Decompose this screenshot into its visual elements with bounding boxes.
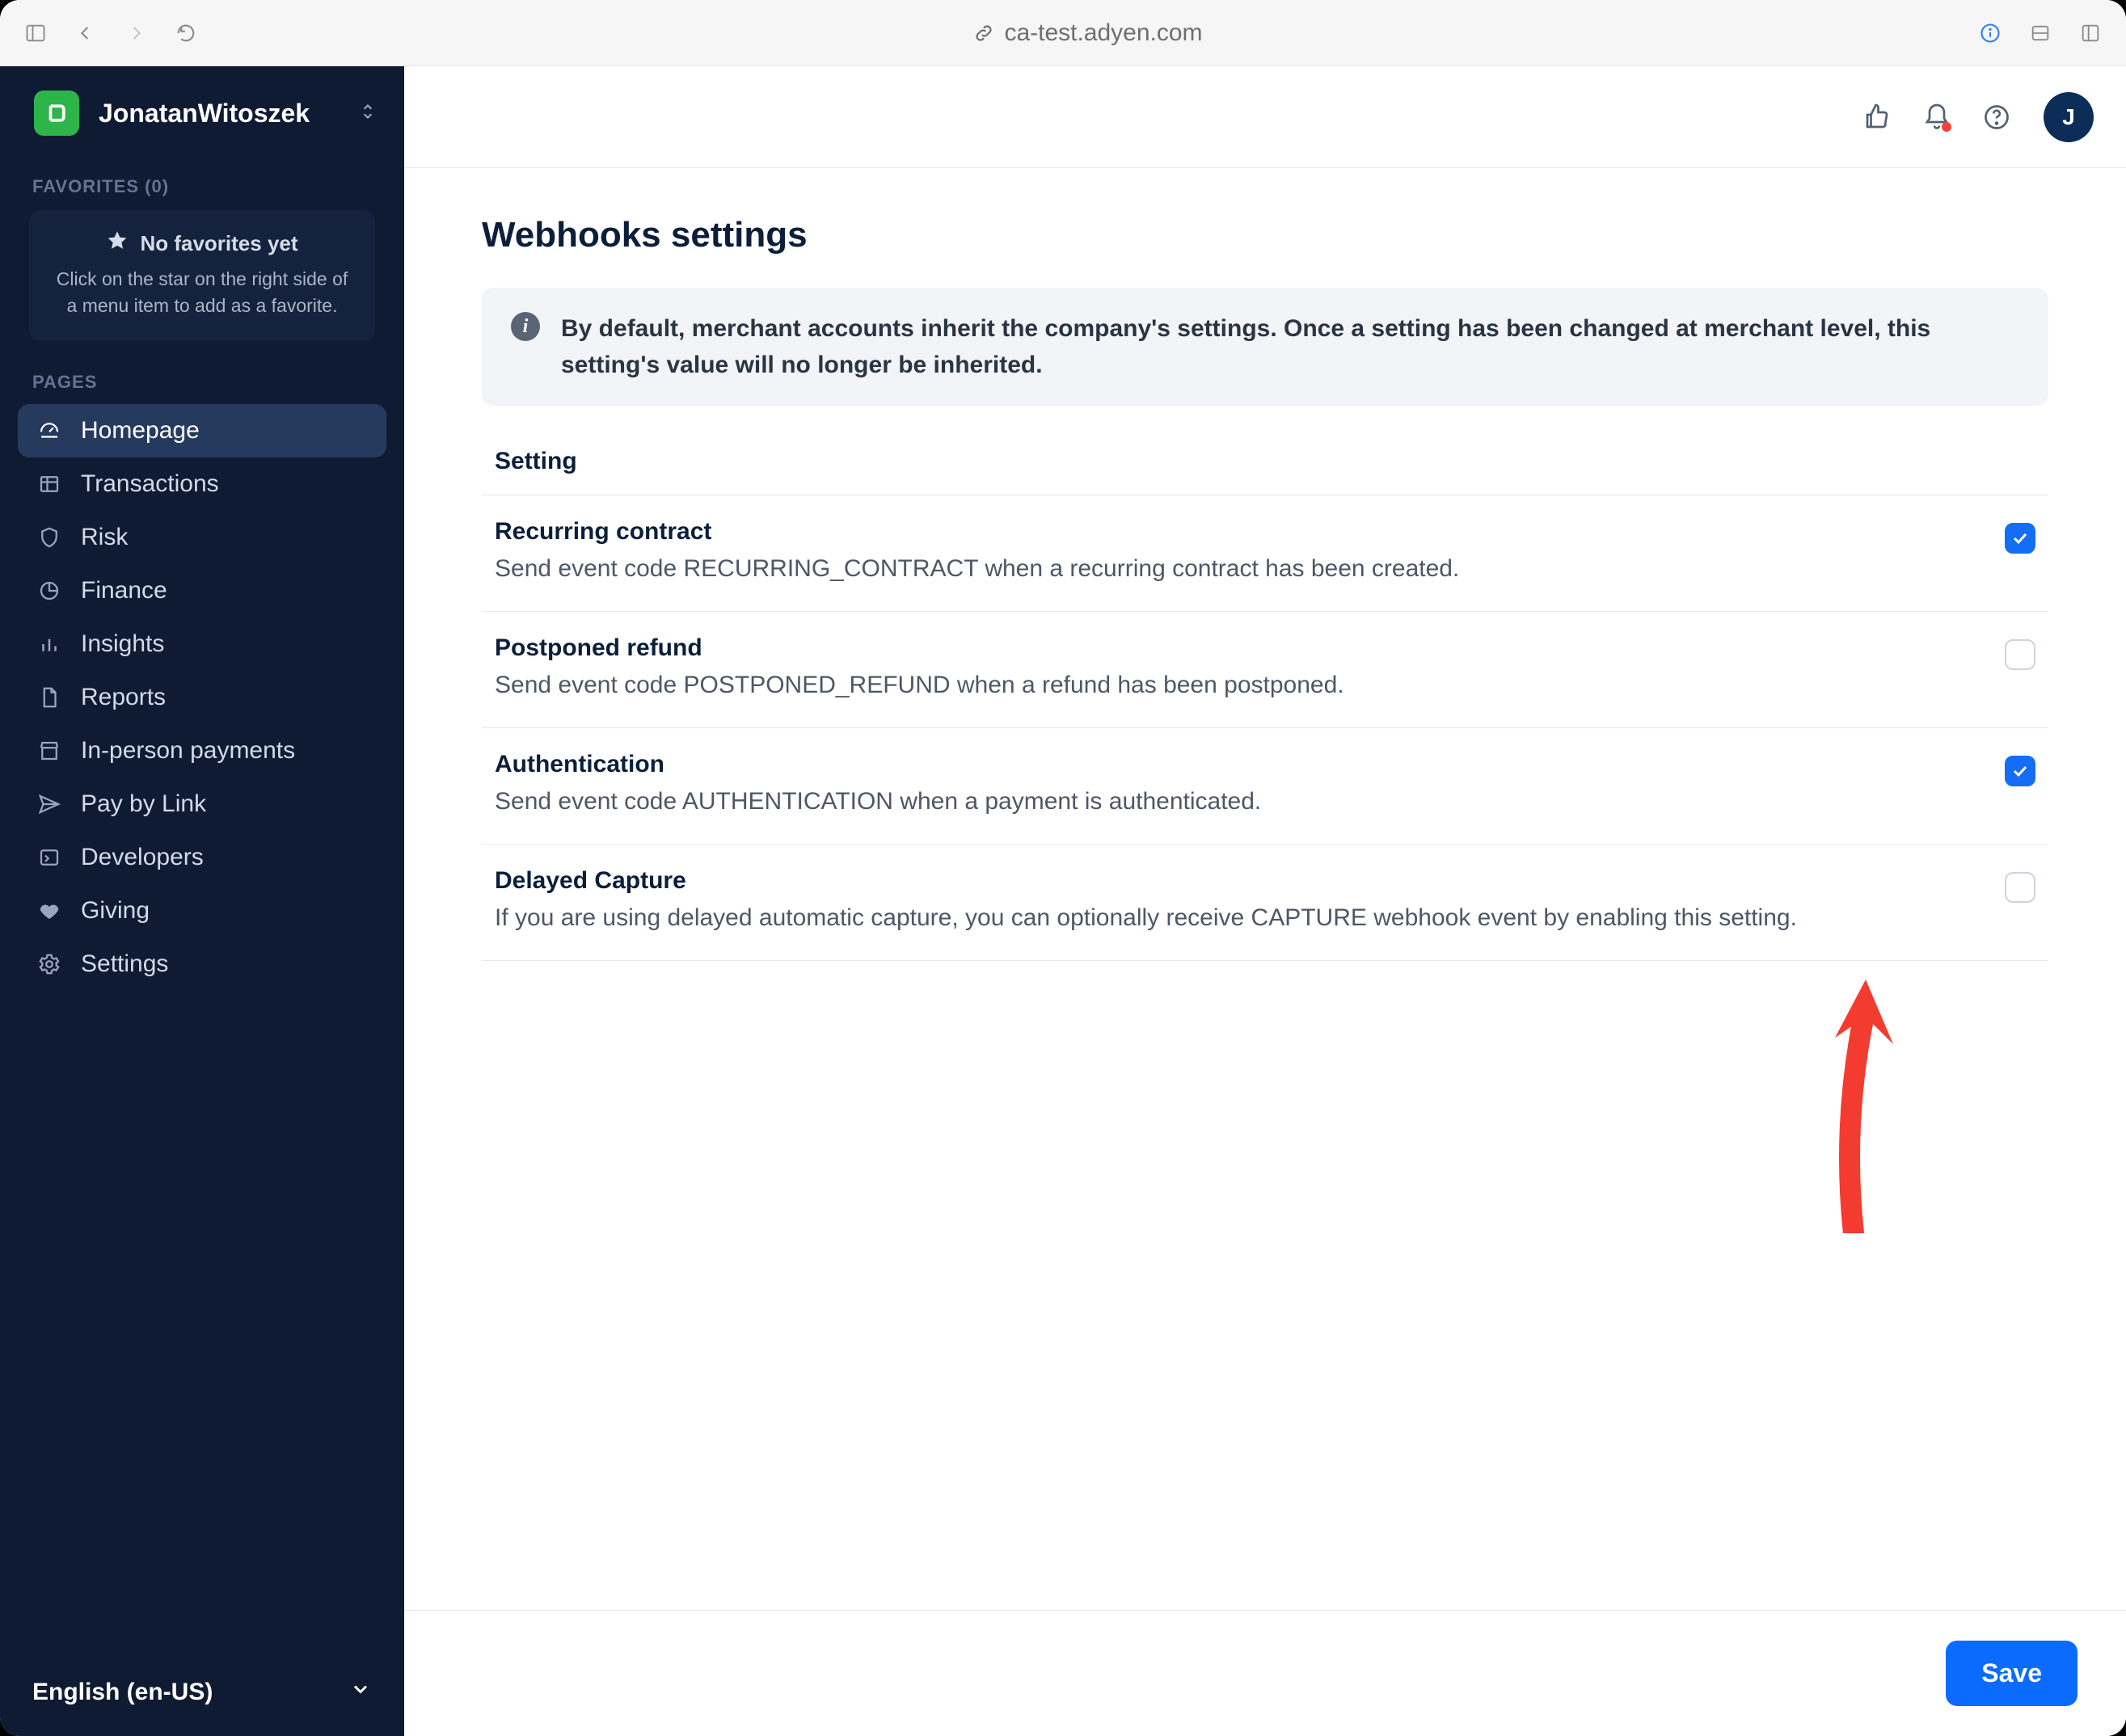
setting-title: Authentication: [495, 751, 1972, 778]
sidebar-item-paybylink[interactable]: Pay by Link: [18, 777, 386, 831]
avatar-initial: J: [2062, 104, 2075, 130]
info-icon[interactable]: [1974, 17, 2006, 49]
language-switcher[interactable]: English (en-US): [0, 1655, 404, 1736]
pages-label: PAGES: [0, 356, 404, 399]
sidebar-item-label: Pay by Link: [81, 790, 206, 818]
info-text: By default, merchant accounts inherit th…: [561, 310, 2019, 383]
favorites-empty-sub: Click on the star on the right side of a…: [52, 266, 352, 320]
sidebar-item-label: Giving: [81, 897, 150, 925]
sidebar-item-label: Homepage: [81, 417, 200, 445]
sidebar-toggle-icon[interactable]: [19, 17, 52, 49]
language-label: English (en-US): [32, 1679, 213, 1706]
send-icon: [36, 790, 63, 818]
table-icon: [36, 470, 63, 498]
account-name: JonatanWitoszek: [99, 99, 338, 129]
gauge-icon: [36, 417, 63, 445]
browser-chrome: ca-test.adyen.com: [0, 0, 2126, 66]
sidebar-item-risk[interactable]: Risk: [18, 511, 386, 564]
setting-row: Delayed Capture If you are using delayed …: [482, 845, 2048, 961]
sidebar-item-label: Risk: [81, 524, 128, 551]
forward-icon[interactable]: [120, 17, 152, 49]
content: Webhooks settings i By default, merchant…: [404, 168, 2126, 1610]
chevron-updown-icon: [357, 101, 378, 126]
nav: Homepage Transactions Risk Finance Insights R…: [0, 399, 404, 996]
doughnut-icon: [36, 577, 63, 605]
setting-checkbox[interactable]: [2005, 756, 2035, 786]
page-title: Webhooks settings: [482, 215, 2048, 255]
account-switcher[interactable]: JonatanWitoszek: [0, 66, 404, 160]
save-button[interactable]: Save: [1946, 1641, 2077, 1706]
sidebar-item-label: Transactions: [81, 470, 219, 498]
url-bar[interactable]: ca-test.adyen.com: [973, 19, 1202, 47]
chevron-down-icon: [349, 1678, 372, 1707]
settings-column-header: Setting: [482, 428, 2048, 495]
tabs-icon[interactable]: [2074, 17, 2107, 49]
sidebar-item-insights[interactable]: Insights: [18, 617, 386, 671]
file-icon: [36, 684, 63, 711]
terminal-icon: [36, 844, 63, 871]
avatar[interactable]: J: [2044, 92, 2094, 142]
store-icon: [36, 737, 63, 765]
responsive-icon[interactable]: [2024, 17, 2056, 49]
info-icon: i: [511, 312, 540, 341]
favorites-empty-card: No favorites yet Click on the star on th…: [29, 210, 375, 341]
favorites-empty-title: No favorites yet: [140, 231, 297, 256]
gear-icon: [36, 950, 63, 978]
shield-icon: [36, 524, 63, 551]
notifications-icon[interactable]: [1919, 99, 1955, 135]
setting-row: Recurring contract Send event code RECURR…: [482, 495, 2048, 612]
url-text: ca-test.adyen.com: [1004, 19, 1202, 47]
star-icon: [106, 230, 129, 258]
reload-icon[interactable]: [170, 17, 202, 49]
setting-row: Authentication Send event code AUTHENTICA…: [482, 728, 2048, 845]
setting-checkbox[interactable]: [2005, 639, 2035, 670]
sidebar-item-label: Finance: [81, 577, 167, 605]
topbar: J: [404, 66, 2126, 168]
sidebar-item-finance[interactable]: Finance: [18, 564, 386, 617]
sidebar-item-reports[interactable]: Reports: [18, 671, 386, 724]
sidebar-item-in-person[interactable]: In-person payments: [18, 724, 386, 777]
sidebar-item-label: Reports: [81, 684, 166, 711]
notification-dot-icon: [1942, 122, 1951, 132]
sidebar-item-label: Insights: [81, 630, 164, 658]
footer: Save: [404, 1610, 2126, 1736]
favorites-label: FAVORITES (0): [0, 160, 404, 204]
help-icon[interactable]: [1979, 99, 2014, 135]
setting-checkbox[interactable]: [2005, 523, 2035, 554]
sidebar-item-giving[interactable]: Giving: [18, 884, 386, 938]
setting-title: Delayed Capture: [495, 867, 1972, 895]
app-logo-icon: [34, 91, 79, 136]
sidebar-item-label: Settings: [81, 950, 168, 978]
setting-title: Postponed refund: [495, 634, 1972, 662]
sidebar: JonatanWitoszek FAVORITES (0) No favorit…: [0, 66, 404, 1736]
setting-description: Send event code RECURRING_CONTRACT when …: [495, 550, 1972, 587]
setting-description: If you are using delayed automatic captu…: [495, 900, 1972, 936]
sidebar-item-homepage[interactable]: Homepage: [18, 404, 386, 457]
thumbs-up-icon[interactable]: [1859, 99, 1895, 135]
setting-checkbox[interactable]: [2005, 872, 2035, 903]
setting-title: Recurring contract: [495, 518, 1972, 546]
heart-icon: [36, 897, 63, 925]
sidebar-item-transactions[interactable]: Transactions: [18, 457, 386, 511]
sidebar-item-label: Developers: [81, 844, 204, 871]
bars-icon: [36, 630, 63, 658]
setting-description: Send event code POSTPONED_REFUND when a …: [495, 667, 1972, 703]
sidebar-item-settings[interactable]: Settings: [18, 938, 386, 991]
settings-table: Setting Recurring contract Send event cod…: [482, 428, 2048, 961]
sidebar-item-developers[interactable]: Developers: [18, 831, 386, 884]
sidebar-item-label: In-person payments: [81, 737, 295, 765]
setting-description: Send event code AUTHENTICATION when a pa…: [495, 783, 1972, 820]
info-banner: i By default, merchant accounts inherit …: [482, 288, 2048, 406]
main: J Webhooks settings i By default, mercha…: [404, 66, 2126, 1736]
annotation-arrow-icon: [1809, 975, 1898, 1233]
setting-row: Postponed refund Send event code POSTPONE…: [482, 612, 2048, 728]
back-icon[interactable]: [70, 17, 102, 49]
